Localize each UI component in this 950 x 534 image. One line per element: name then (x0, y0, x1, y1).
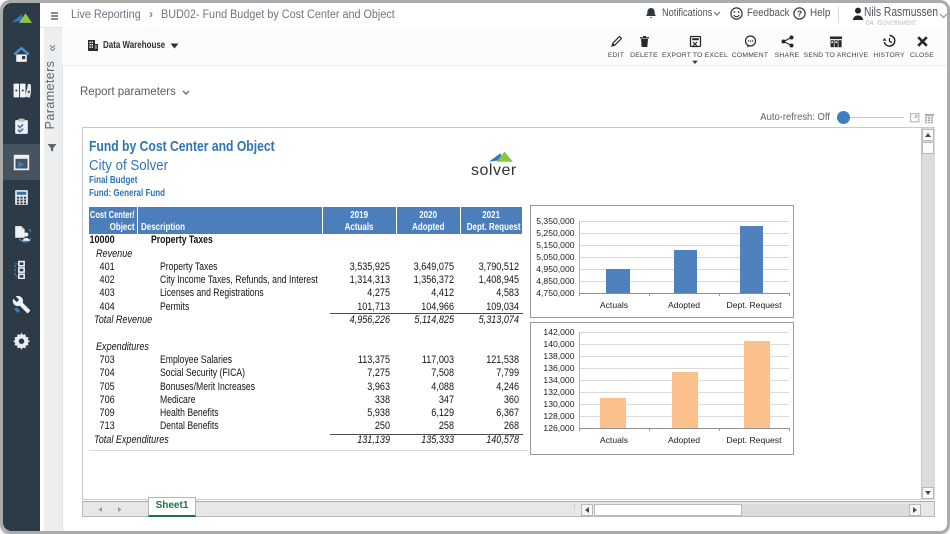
svg-text:solver: solver (471, 162, 517, 178)
svg-text:?: ? (797, 8, 802, 18)
